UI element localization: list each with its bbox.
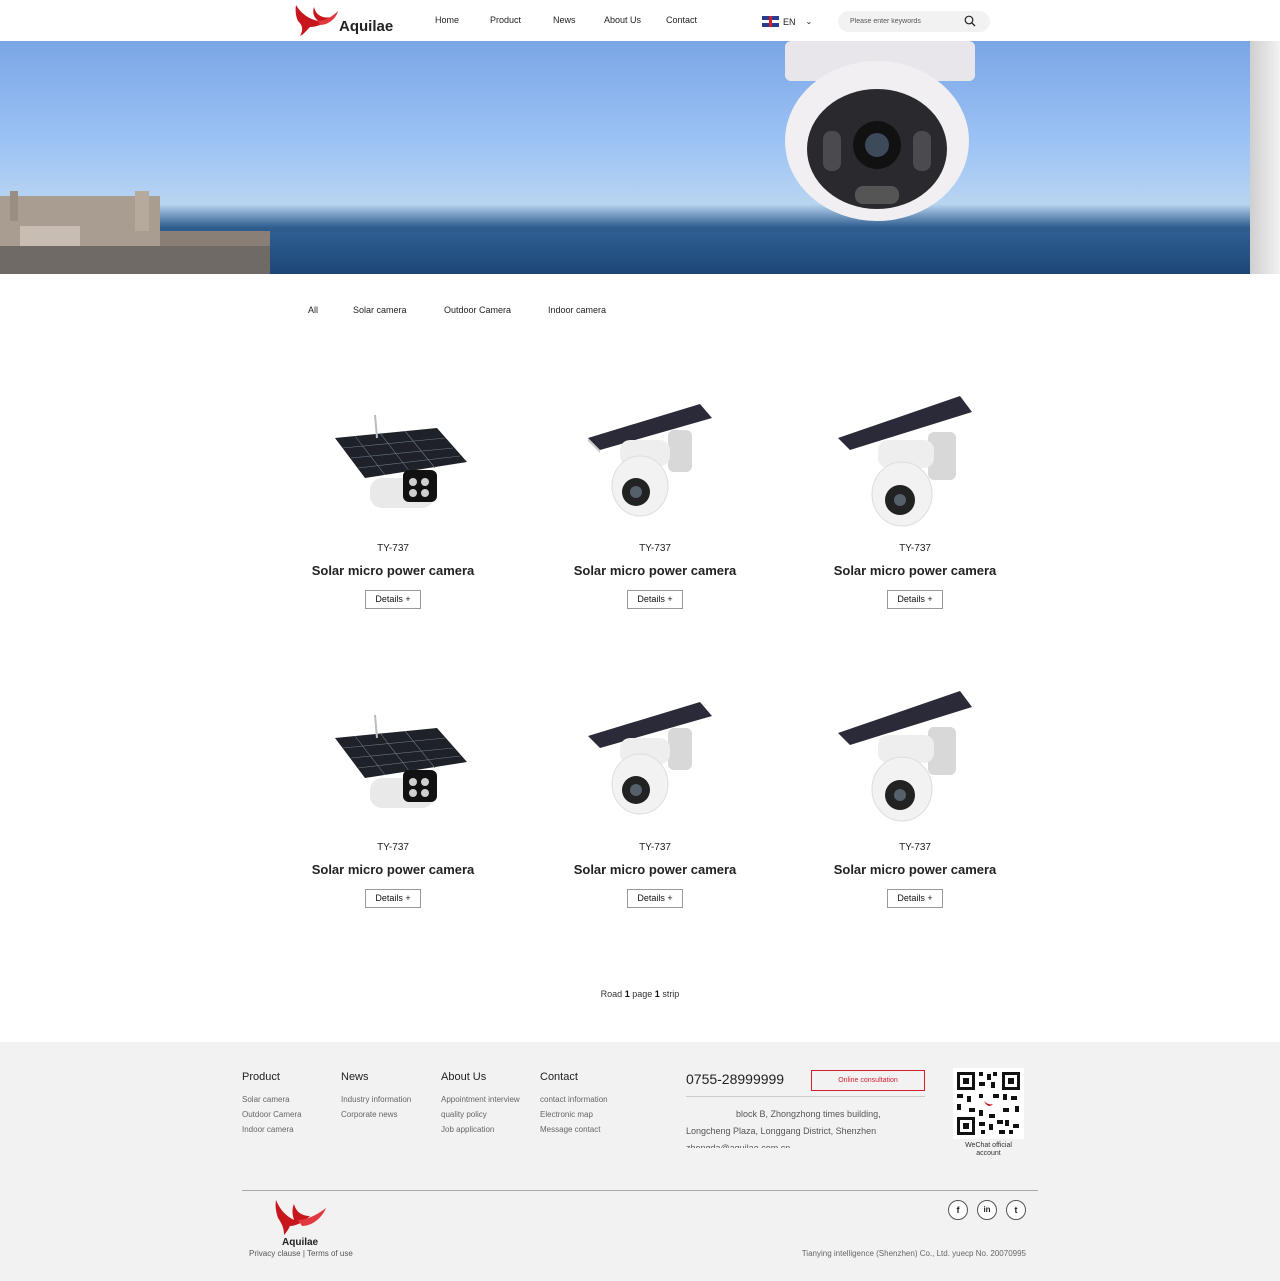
address-email[interactable]: zhongda@aquilae.com.cn [686,1140,926,1148]
nav-home[interactable]: Home [435,15,459,25]
nav-contact[interactable]: Contact [666,15,697,25]
details-button[interactable]: Details + [887,889,943,908]
product-model: TY-737 [377,842,409,853]
privacy-clause-link[interactable]: Privacy clause [249,1249,301,1258]
footer-contact-title[interactable]: Contact [540,1071,578,1083]
building-illustration [0,191,270,274]
details-button[interactable]: Details + [887,590,943,609]
footer-link-contact-information[interactable]: contact information [540,1095,608,1104]
nav-product[interactable]: Product [490,15,521,25]
product-model: TY-737 [639,543,671,554]
chevron-down-icon: ⌄ [805,17,813,26]
footer-phone: 0755-28999999 [686,1071,785,1087]
solar-dome-camera-image[interactable] [580,688,730,828]
linkedin-icon[interactable]: in [977,1200,997,1220]
footer-divider [242,1190,1038,1191]
footer-link-appointment-interview[interactable]: Appointment interview [441,1095,520,1104]
footer-about-title[interactable]: About Us [441,1071,486,1083]
pagination-prefix: Road [600,989,623,999]
product-model: TY-737 [899,842,931,853]
online-consultation-button[interactable]: Online consultation [811,1070,925,1091]
filter-all[interactable]: All [308,305,318,315]
aquilae-logo-icon[interactable] [272,1198,332,1236]
search-box [838,11,990,32]
footer-link-industry-information[interactable]: Industry information [341,1095,411,1104]
details-button[interactable]: Details + [365,889,421,908]
solar-dome-camera-image[interactable] [830,685,980,825]
language-label: EN [783,16,796,27]
footer-link-solar-camera[interactable]: Solar camera [242,1095,290,1104]
pagination-suffix: strip [662,989,680,999]
footer-address: block B, Zhongzhong times building, Long… [686,1106,926,1148]
footer-news-title[interactable]: News [341,1071,369,1083]
brand-name[interactable]: Aquilae [339,18,393,35]
legal-separator: | [302,1249,305,1258]
qr-caption: WeChat official account [965,1142,1012,1157]
solar-bullet-camera-image[interactable] [325,700,475,840]
address-line: block B, Zhongzhong times building, [736,1109,881,1119]
footer-link-message-contact[interactable]: Message contact [540,1125,600,1134]
hero-banner [0,41,1280,274]
site-header: Aquilae Home Product News About Us Conta… [0,0,1280,41]
filter-outdoor-camera[interactable]: Outdoor Camera [444,305,511,315]
product-model: TY-737 [639,842,671,853]
footer-brand-name: Aquilae [282,1237,319,1248]
footer-link-indoor-camera[interactable]: Indoor camera [242,1125,294,1134]
filter-solar-camera[interactable]: Solar camera [353,305,407,315]
terms-of-use-link[interactable]: Terms of use [307,1249,353,1258]
twitter-icon[interactable]: t [1006,1200,1026,1220]
pagination-strip-count: 1 [654,989,660,999]
product-name[interactable]: Solar micro power camera [545,862,765,877]
product-name[interactable]: Solar micro power camera [283,563,503,578]
product-name[interactable]: Solar micro power camera [805,862,1025,877]
product-name[interactable]: Solar micro power camera [545,563,765,578]
dome-camera-image [785,41,975,221]
address-line: Longcheng Plaza, Longgang District, Shen… [686,1126,877,1136]
product-name[interactable]: Solar micro power camera [283,862,503,877]
footer-link-outdoor-camera[interactable]: Outdoor Camera [242,1110,302,1119]
product-model: TY-737 [377,543,409,554]
pagination: Road 1 page 1 strip [0,989,1280,999]
wall-background [1250,41,1280,274]
nav-news[interactable]: News [553,15,576,25]
site-footer [0,1042,1280,1281]
product-model: TY-737 [899,543,931,554]
footer-product-title[interactable]: Product [242,1071,280,1083]
search-icon[interactable] [964,15,976,27]
language-selector[interactable]: EN ⌄ [762,16,812,27]
legal-links: Privacy clause | Terms of use [249,1249,353,1258]
wechat-qr-code-icon [953,1068,1024,1139]
footer-link-electronic-map[interactable]: Electronic map [540,1110,593,1119]
facebook-icon[interactable]: f [948,1200,968,1220]
footer-contact-divider [686,1096,925,1097]
solar-bullet-camera-image[interactable] [325,400,475,540]
footer-link-job-application[interactable]: Job application [441,1125,494,1134]
footer-link-corporate-news[interactable]: Corporate news [341,1110,397,1119]
copyright-text: Tianying intelligence (Shenzhen) Co., Lt… [801,1249,1026,1258]
search-input[interactable] [850,15,962,28]
footer-link-quality-policy[interactable]: quality policy [441,1110,487,1119]
pagination-page-number[interactable]: 1 [625,989,630,999]
details-button[interactable]: Details + [365,590,421,609]
product-name[interactable]: Solar micro power camera [805,563,1025,578]
details-button[interactable]: Details + [627,590,683,609]
filter-indoor-camera[interactable]: Indoor camera [548,305,606,315]
solar-dome-camera-image[interactable] [830,390,980,530]
nav-about-us[interactable]: About Us [604,15,641,25]
solar-dome-camera-image[interactable] [580,390,730,530]
details-button[interactable]: Details + [627,889,683,908]
uk-flag-icon [762,16,779,27]
pagination-middle: page [632,989,653,999]
